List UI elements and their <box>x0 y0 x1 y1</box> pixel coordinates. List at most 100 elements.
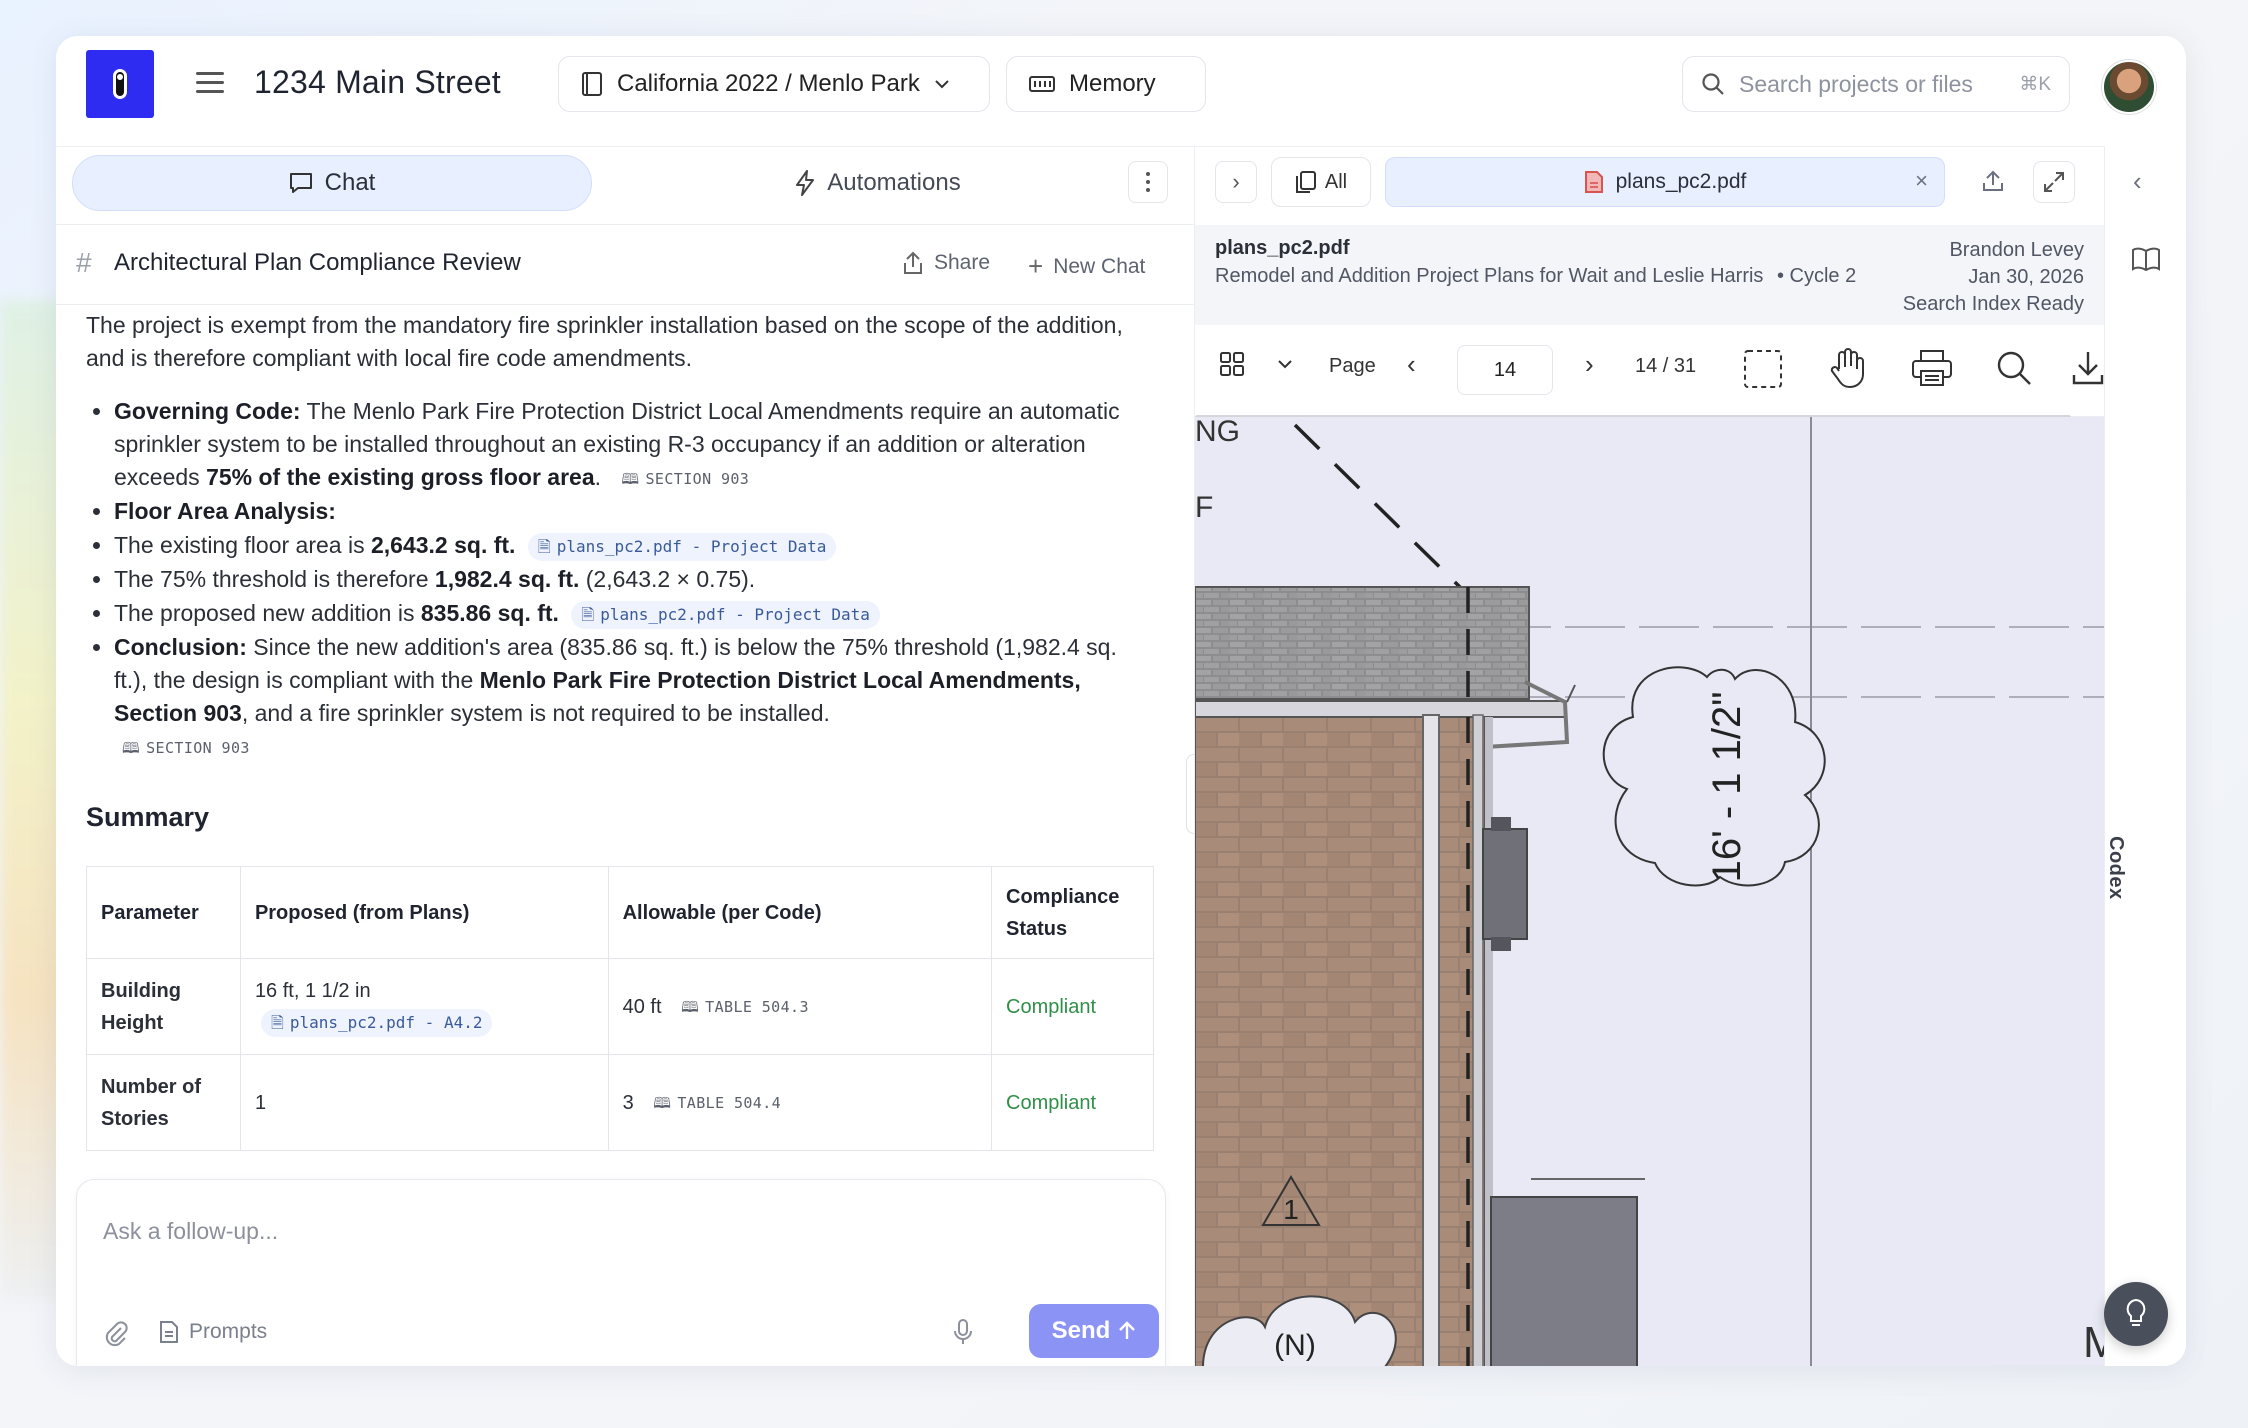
next-page-icon[interactable]: › <box>1585 349 1594 380</box>
list-item: Governing Code: The Menlo Park Fire Prot… <box>114 395 1146 494</box>
summary-table: Parameter Proposed (from Plans) Allowabl… <box>86 866 1154 1151</box>
threshold-text: The 75% threshold is therefore <box>114 566 429 592</box>
intro-paragraph: The project is exempt from the mandatory… <box>86 312 1123 371</box>
app-logo[interactable] <box>86 50 154 118</box>
cycle-badge: • Cycle 2 <box>1776 265 1857 287</box>
viewer-toolbar: Page ‹ 14 › 14 / 31 <box>1195 325 2104 417</box>
memory-label: Memory <box>1069 70 1156 97</box>
message-composer[interactable]: Ask a follow-up... Prompts Send <box>76 1179 1166 1366</box>
tab-chat-label: Chat <box>324 169 376 196</box>
prompts-label: Prompts <box>189 1320 268 1343</box>
expand-icon[interactable] <box>2033 161 2075 203</box>
chat-title: Architectural Plan Compliance Review <box>114 249 521 276</box>
new-chat-button[interactable]: + New Chat <box>1028 251 1145 282</box>
dimension-label: 16' - 1 1/2" <box>1705 692 1749 883</box>
plus-icon: + <box>1028 251 1044 281</box>
collapse-left-icon[interactable]: ‹ <box>2133 166 2142 197</box>
existing-text: The existing floor area is <box>114 532 365 558</box>
global-search[interactable]: Search projects or files ⌘K <box>1682 56 2070 112</box>
existing-value: 2,643.2 sq. ft. <box>370 532 516 558</box>
more-options-icon[interactable] <box>1128 161 1168 203</box>
print-icon[interactable] <box>1911 349 1953 387</box>
file-citation[interactable]: 🗎 plans_pc2.pdf - Project Data <box>571 600 880 629</box>
summary-heading: Summary <box>86 802 210 832</box>
governing-bold: 75% of the existing gross floor area <box>206 464 595 490</box>
project-title: 1234 Main Street <box>254 64 501 100</box>
page-count: 14 / 31 <box>1635 355 1697 377</box>
row-allowable: 3 🕮 TABLE 504.4 <box>607 1054 993 1151</box>
chat-panel: Chat Automations # Architectural Plan Co… <box>56 146 1194 1366</box>
row-allowable: 40 ft 🕮 TABLE 504.3 <box>607 958 993 1055</box>
file-author: Brandon Levey <box>1949 239 2084 261</box>
share-label: Share <box>934 251 991 274</box>
search-shortcut: ⌘K <box>2019 73 2051 95</box>
row-proposed: 16 ft, 1 1/2 in 🗎 plans_pc2.pdf - A4.2 <box>239 958 609 1055</box>
code-citation[interactable]: 🕮 TABLE 504.3 <box>673 994 817 1020</box>
download-icon[interactable] <box>2071 349 2105 387</box>
top-bar: 1234 Main Street California 2022 / Menlo… <box>56 36 2186 146</box>
tab-pdf-file[interactable]: plans_pc2.pdf × <box>1385 157 1945 207</box>
help-button[interactable] <box>2104 1282 2168 1346</box>
threshold-calc: (2,643.2 × 0.75). <box>585 566 756 592</box>
file-desc-text: Remodel and Addition Project Plans for W… <box>1215 265 1764 287</box>
citation-label: plans_pc2.pdf - Project Data <box>556 536 827 556</box>
file-citation[interactable]: 🗎 plans_pc2.pdf - A4.2 <box>260 1009 493 1038</box>
architectural-drawing: 1 (N) 16' - 1 1/2" NG F M <box>1195 417 2105 1366</box>
file-meta: plans_pc2.pdf Remodel and Addition Proje… <box>1195 225 2104 325</box>
chat-messages: The project is exempt from the mandatory… <box>56 305 1194 1190</box>
open-book-icon[interactable] <box>2131 246 2161 272</box>
file-author-block: Brandon Levey Jan 30, 2026 Search Index … <box>1903 237 2084 318</box>
select-area-icon[interactable] <box>1743 349 1783 389</box>
index-status: Search Index Ready <box>1902 293 2084 315</box>
code-citation[interactable]: 🕮 SECTION 903 <box>114 735 258 761</box>
all-files-tab[interactable]: All <box>1271 157 1371 207</box>
citation-label: TABLE 504.3 <box>705 998 809 1017</box>
tab-chat[interactable]: Chat <box>72 155 592 211</box>
location-selector[interactable]: California 2022 / Menlo Park <box>558 56 990 112</box>
memory-icon <box>1029 76 1055 92</box>
file-name: plans_pc2.pdf <box>1215 237 1350 259</box>
share-button[interactable]: Share <box>902 251 990 275</box>
search-icon[interactable] <box>1995 349 2033 387</box>
codex-tab[interactable]: Codex <box>2104 836 2127 900</box>
tab-automations[interactable]: Automations <box>748 155 1008 211</box>
files-icon <box>1295 171 1316 193</box>
hand-pan-icon[interactable] <box>1827 347 1867 389</box>
user-avatar[interactable] <box>2102 60 2156 114</box>
send-label: Send <box>1051 1317 1111 1344</box>
microphone-icon[interactable] <box>953 1318 973 1346</box>
composer-input[interactable]: Ask a follow-up... <box>103 1218 278 1245</box>
citation-label: SECTION 903 <box>645 469 750 488</box>
allowable-value: 40 ft <box>622 995 662 1018</box>
status-badge: Compliant <box>991 1054 1154 1151</box>
send-button[interactable]: Send <box>1029 1304 1159 1358</box>
code-citation[interactable]: 🕮 TABLE 504.4 <box>645 1090 789 1116</box>
citation-label: TABLE 504.4 <box>677 1094 782 1113</box>
location-label: California 2022 / Menlo Park <box>617 70 920 97</box>
pdf-page-canvas[interactable]: 1 (N) 16' - 1 1/2" NG F M <box>1195 417 2105 1366</box>
chevron-right-icon[interactable]: › <box>1215 161 1257 203</box>
proposed-text: The proposed new addition is <box>114 600 415 626</box>
row-param: Building Height <box>86 958 241 1055</box>
attachment-icon[interactable] <box>103 1320 129 1348</box>
menu-icon[interactable] <box>196 72 224 94</box>
book-icon <box>582 72 602 96</box>
file-citation[interactable]: 🗎 plans_pc2.pdf - Project Data <box>527 532 837 561</box>
page-label: Page <box>1329 355 1376 377</box>
memory-button[interactable]: Memory <box>1006 56 1206 112</box>
partial-text-top: NG <box>1195 417 1240 448</box>
list-item: The proposed new addition is 835.86 sq. … <box>114 597 1146 630</box>
grid-view-icon[interactable] <box>1219 351 1249 377</box>
tab-automations-label: Automations <box>827 169 961 196</box>
conclusion-label: Conclusion: <box>114 634 247 660</box>
chevron-down-icon[interactable] <box>1277 359 1293 369</box>
close-icon[interactable]: × <box>1915 168 1928 194</box>
partial-text-f: F <box>1195 491 1213 524</box>
code-citation[interactable]: 🕮 SECTION 903 <box>613 466 757 492</box>
conclusion-text-end: , and a fire sprinkler system is not req… <box>241 700 830 726</box>
page-input[interactable]: 14 <box>1457 345 1553 395</box>
upload-icon[interactable] <box>1973 161 2013 201</box>
citation-label: plans_pc2.pdf - Project Data <box>600 604 870 624</box>
prompts-button[interactable]: Prompts <box>159 1320 267 1344</box>
prev-page-icon[interactable]: ‹ <box>1407 349 1416 380</box>
